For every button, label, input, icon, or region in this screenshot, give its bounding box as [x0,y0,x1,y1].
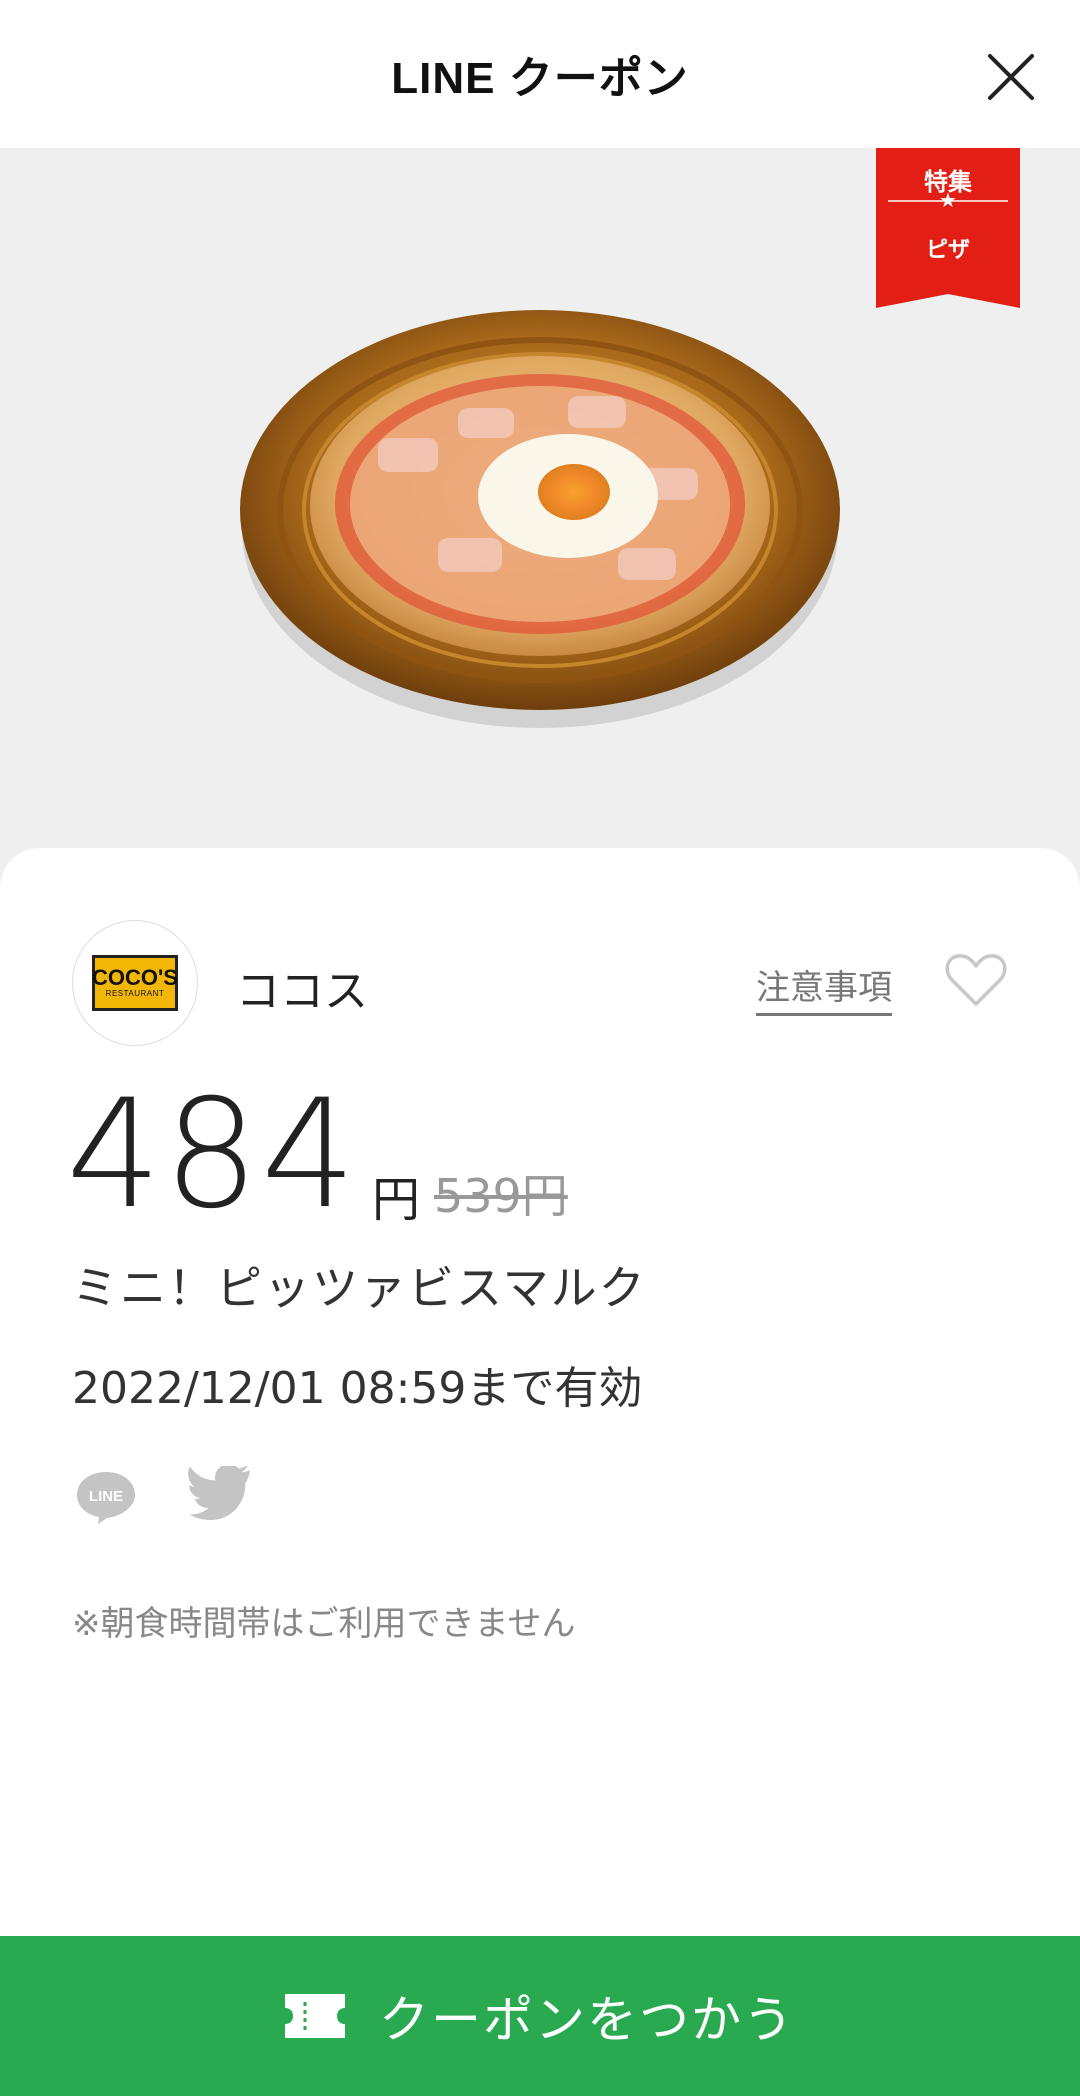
heart-icon[interactable] [944,950,1008,1010]
use-coupon-label: クーポンをつかう [379,1991,795,2049]
pizza-image [240,310,840,728]
coupon-price: 484 [66,1068,359,1242]
line-share-icon[interactable]: LINE [74,1468,138,1526]
original-price: 539円 [434,1169,568,1223]
app-header: LINE クーポン [0,0,1080,148]
shop-logo: COCO'S RESTAURANT [72,920,198,1046]
ribbon-bottom-label: ピザ [925,238,970,263]
header-title: LINE クーポン [391,54,689,103]
twitter-icon[interactable] [188,1466,254,1524]
use-coupon-button[interactable]: クーポンをつかう [0,1936,1080,2096]
logo-sub-text: RESTAURANT [105,989,165,998]
usage-note: ※朝食時間帯はご利用できません [72,1604,576,1644]
price-unit: 円 [372,1172,421,1228]
notes-link[interactable]: 注意事項 [756,960,892,1016]
item-name: ミニ！ピッツァビスマルク [72,1261,647,1315]
close-icon[interactable] [984,50,1038,104]
line-share-label: LINE [89,1488,123,1505]
ticket-icon [285,1994,345,2038]
expiry-date: 2022/12/01 08:59まで有効 [72,1363,643,1414]
coupon-hero-image: 特集 ★ ピザ [0,148,1080,908]
ribbon-star: ★ [939,188,957,212]
logo-main-text: COCO'S [92,965,178,990]
cocos-logo: COCO'S RESTAURANT [92,955,178,1011]
shop-name: ココス [236,966,368,1017]
